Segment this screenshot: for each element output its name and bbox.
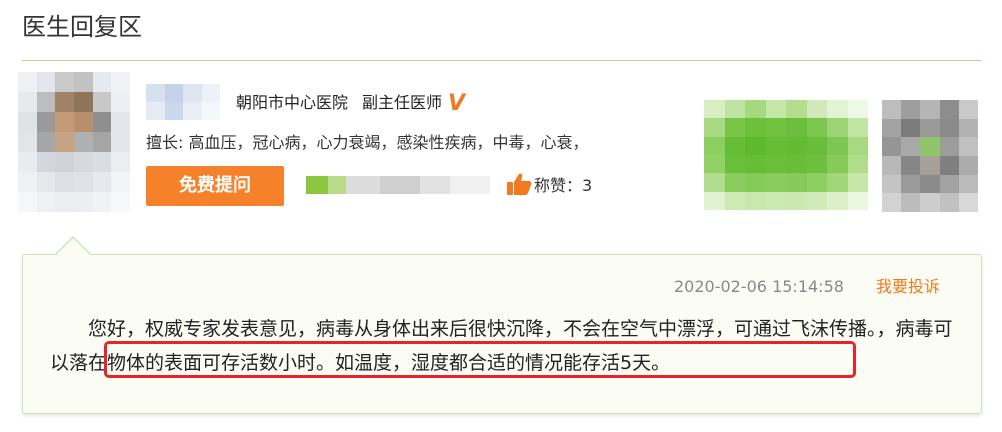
verified-v-icon: V xyxy=(448,91,466,116)
doctor-specialty: 擅长: 高血压，冠心病，心力衰竭，感染性疾病，中毒，心衰， xyxy=(146,133,589,152)
thumbs-up-icon[interactable] xyxy=(506,172,532,196)
section-divider xyxy=(22,60,982,61)
hospital-name[interactable]: 朝阳市中心医院 xyxy=(236,93,348,112)
reply-timestamp: 2020-02-06 15:14:58 xyxy=(674,277,844,296)
blurred-green-image xyxy=(704,100,868,210)
complain-link[interactable]: 我要投诉 xyxy=(876,276,940,298)
doctor-avatar[interactable] xyxy=(18,72,130,212)
doctor-info-line: 朝阳市中心医院 副主任医师 V xyxy=(236,91,466,116)
doctor-reply-section: 医生回复区 朝阳市中心医院 副主任医师 V 擅长: 高血压，冠心病，心力衰竭，感染性… xyxy=(0,0,1002,432)
hospital-thumbnail xyxy=(146,84,220,120)
highlight-annotation-box xyxy=(104,341,856,378)
section-title: 医生回复区 xyxy=(22,13,142,41)
doctor-title: 副主任医师 xyxy=(362,93,443,112)
blurred-doctor-name xyxy=(306,176,490,194)
blurred-grey-image xyxy=(882,100,978,212)
praise-label: 称赞：3 xyxy=(534,176,593,195)
free-ask-button[interactable]: 免费提问 xyxy=(146,166,284,206)
reply-text-part1: 您好，权威专家发表意见，病毒从身体出来后很快沉降，不会在空气中漂浮，可通过飞沫传… xyxy=(88,318,896,340)
praise-count: 称赞：3 xyxy=(506,172,592,199)
